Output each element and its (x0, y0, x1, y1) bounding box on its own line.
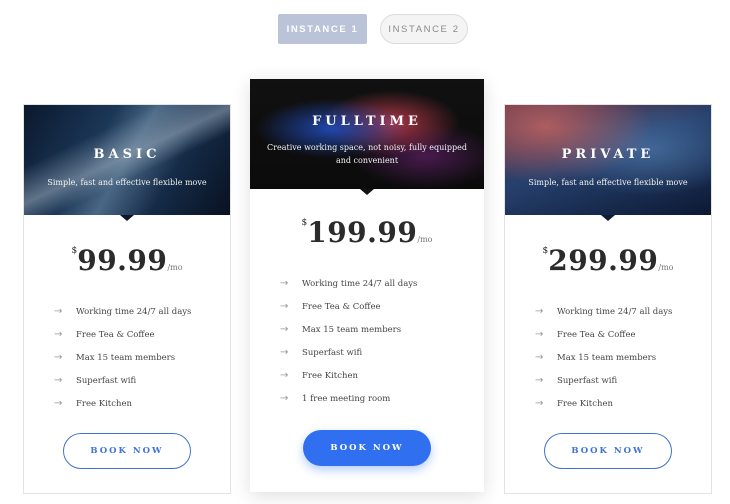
arrow-right-icon: → (280, 370, 289, 381)
arrow-right-icon: → (535, 306, 544, 317)
arrow-right-icon: → (535, 329, 544, 340)
arrow-right-icon: → (280, 301, 289, 312)
price-period: /mo (658, 263, 674, 272)
price-currency: $ (301, 218, 308, 228)
feature-item: → Working time 24/7 all days (54, 306, 192, 317)
price-currency: $ (71, 246, 78, 256)
feature-item: → Free Tea & Coffee (535, 329, 636, 340)
price-currency: $ (542, 246, 549, 256)
arrow-right-icon: → (535, 398, 544, 409)
arrow-right-icon: → (54, 352, 63, 363)
feature-item: → Max 15 team members (280, 324, 402, 335)
feature-item: → Max 15 team members (535, 352, 657, 363)
feature-list: → Working time 24/7 all days → Free Tea & … (54, 300, 220, 415)
price-amount: 199.99 (307, 216, 418, 249)
arrow-right-icon: → (280, 393, 289, 404)
plan-price: $199.99/mo (250, 216, 484, 249)
feature-item: → Superfast wifi (535, 375, 618, 386)
arrow-right-icon: → (54, 398, 63, 409)
card-hero-image: PRIVATE Simple, fast and effective flexi… (505, 105, 711, 221)
plan-price: $99.99/mo (24, 244, 230, 277)
plan-description: Creative working space, not noisy, fully… (267, 143, 467, 165)
feature-item: → Working time 24/7 all days (280, 278, 418, 289)
card-hero-image: BASIC Simple, fast and effective flexibl… (24, 105, 230, 221)
pricing-card-private: PRIVATE Simple, fast and effective flexi… (504, 104, 712, 494)
price-period: /mo (417, 235, 433, 244)
plan-name: BASIC (93, 147, 161, 162)
arrow-right-icon: → (280, 278, 289, 289)
price-amount: 299.99 (548, 244, 659, 277)
feature-item: → Superfast wifi (54, 375, 137, 386)
plan-description: Simple, fast and effective flexible move (47, 178, 207, 187)
plan-name: PRIVATE (561, 147, 655, 162)
arrow-right-icon: → (54, 306, 63, 317)
price-amount: 99.99 (77, 244, 168, 277)
feature-item: → Working time 24/7 all days (535, 306, 673, 317)
book-now-button[interactable]: BOOK NOW (544, 433, 672, 469)
feature-item: → Free Tea & Coffee (54, 329, 155, 340)
feature-list: → Working time 24/7 all days → Free Tea & … (535, 300, 701, 415)
arrow-right-icon: → (54, 375, 63, 386)
instance-tabs: INSTANCE 1 INSTANCE 2 (0, 14, 730, 44)
pointer-caret (601, 215, 615, 221)
book-now-button[interactable]: BOOK NOW (303, 430, 431, 466)
arrow-right-icon: → (535, 352, 544, 363)
price-period: /mo (167, 263, 183, 272)
pointer-caret (360, 189, 374, 195)
feature-item: → 1 free meeting room (280, 393, 391, 404)
feature-item: → Free Tea & Coffee (280, 301, 381, 312)
pricing-card-fulltime: FULLTIME Creative working space, not noi… (250, 79, 484, 492)
pointer-caret (120, 215, 134, 221)
tab-instance-2[interactable]: INSTANCE 2 (380, 14, 468, 44)
book-now-button[interactable]: BOOK NOW (63, 433, 191, 469)
tab-instance-1[interactable]: INSTANCE 1 (278, 14, 367, 44)
card-hero-image: FULLTIME Creative working space, not noi… (250, 79, 484, 195)
feature-item: → Max 15 team members (54, 352, 176, 363)
pricing-card-basic: BASIC Simple, fast and effective flexibl… (23, 104, 231, 494)
arrow-right-icon: → (54, 329, 63, 340)
arrow-right-icon: → (280, 324, 289, 335)
plan-name: FULLTIME (312, 114, 422, 129)
arrow-right-icon: → (535, 375, 544, 386)
feature-list: → Working time 24/7 all days → Free Tea & … (280, 272, 474, 410)
plan-description: Simple, fast and effective flexible move (528, 178, 688, 187)
feature-item: → Free Kitchen (535, 398, 613, 409)
feature-item: → Superfast wifi (280, 347, 363, 358)
feature-item: → Free Kitchen (280, 370, 358, 381)
feature-item: → Free Kitchen (54, 398, 132, 409)
plan-price: $299.99/mo (505, 244, 711, 277)
arrow-right-icon: → (280, 347, 289, 358)
